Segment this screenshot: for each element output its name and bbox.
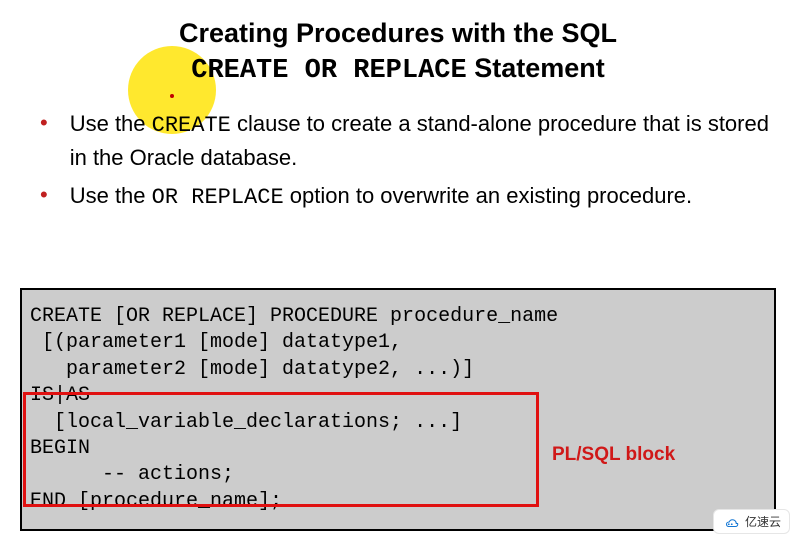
title-code-fragment: CREATE OR REPLACE <box>191 56 466 86</box>
list-item: • Use the OR REPLACE option to overwrite… <box>40 180 776 214</box>
bullet-fragment: Use the <box>70 183 152 208</box>
title-line-1: Creating Procedures with the SQL <box>0 18 796 49</box>
code-line: CREATE [OR REPLACE] PROCEDURE procedure_… <box>30 304 766 330</box>
code-line: parameter2 [mode] datatype2, ...)] <box>30 357 766 383</box>
bullet-fragment: option to overwrite an existing procedur… <box>284 183 692 208</box>
watermark-text: 亿速云 <box>745 513 781 530</box>
title-suffix: Statement <box>467 53 605 83</box>
code-line: [local_variable_declarations; ...] <box>30 410 766 436</box>
code-line: END [procedure_name]; <box>30 489 766 515</box>
bullet-code: OR REPLACE <box>152 185 284 210</box>
syntax-code-block: CREATE [OR REPLACE] PROCEDURE procedure_… <box>20 288 776 531</box>
title-line-2: CREATE OR REPLACE Statement <box>0 53 796 86</box>
bullet-marker: • <box>40 180 48 210</box>
bullet-marker: • <box>40 108 48 138</box>
watermark-badge: 亿速云 <box>713 509 790 534</box>
list-item: • Use the CREATE clause to create a stan… <box>40 108 776 174</box>
bullet-text: Use the OR REPLACE option to overwrite a… <box>70 180 692 214</box>
bullet-text: Use the CREATE clause to create a stand-… <box>70 108 776 174</box>
bullet-fragment: Use the <box>70 111 152 136</box>
bullet-list: • Use the CREATE clause to create a stan… <box>0 108 796 214</box>
plsql-block-label: PL/SQL block <box>552 444 675 466</box>
code-line: [(parameter1 [mode] datatype1, <box>30 330 766 356</box>
code-line: -- actions; <box>30 462 766 488</box>
cloud-icon <box>722 516 740 528</box>
pointer-dot <box>170 94 174 98</box>
bullet-code: CREATE <box>152 113 231 138</box>
code-line: IS|AS <box>30 383 766 409</box>
slide-title-area: Creating Procedures with the SQL CREATE … <box>0 0 796 98</box>
